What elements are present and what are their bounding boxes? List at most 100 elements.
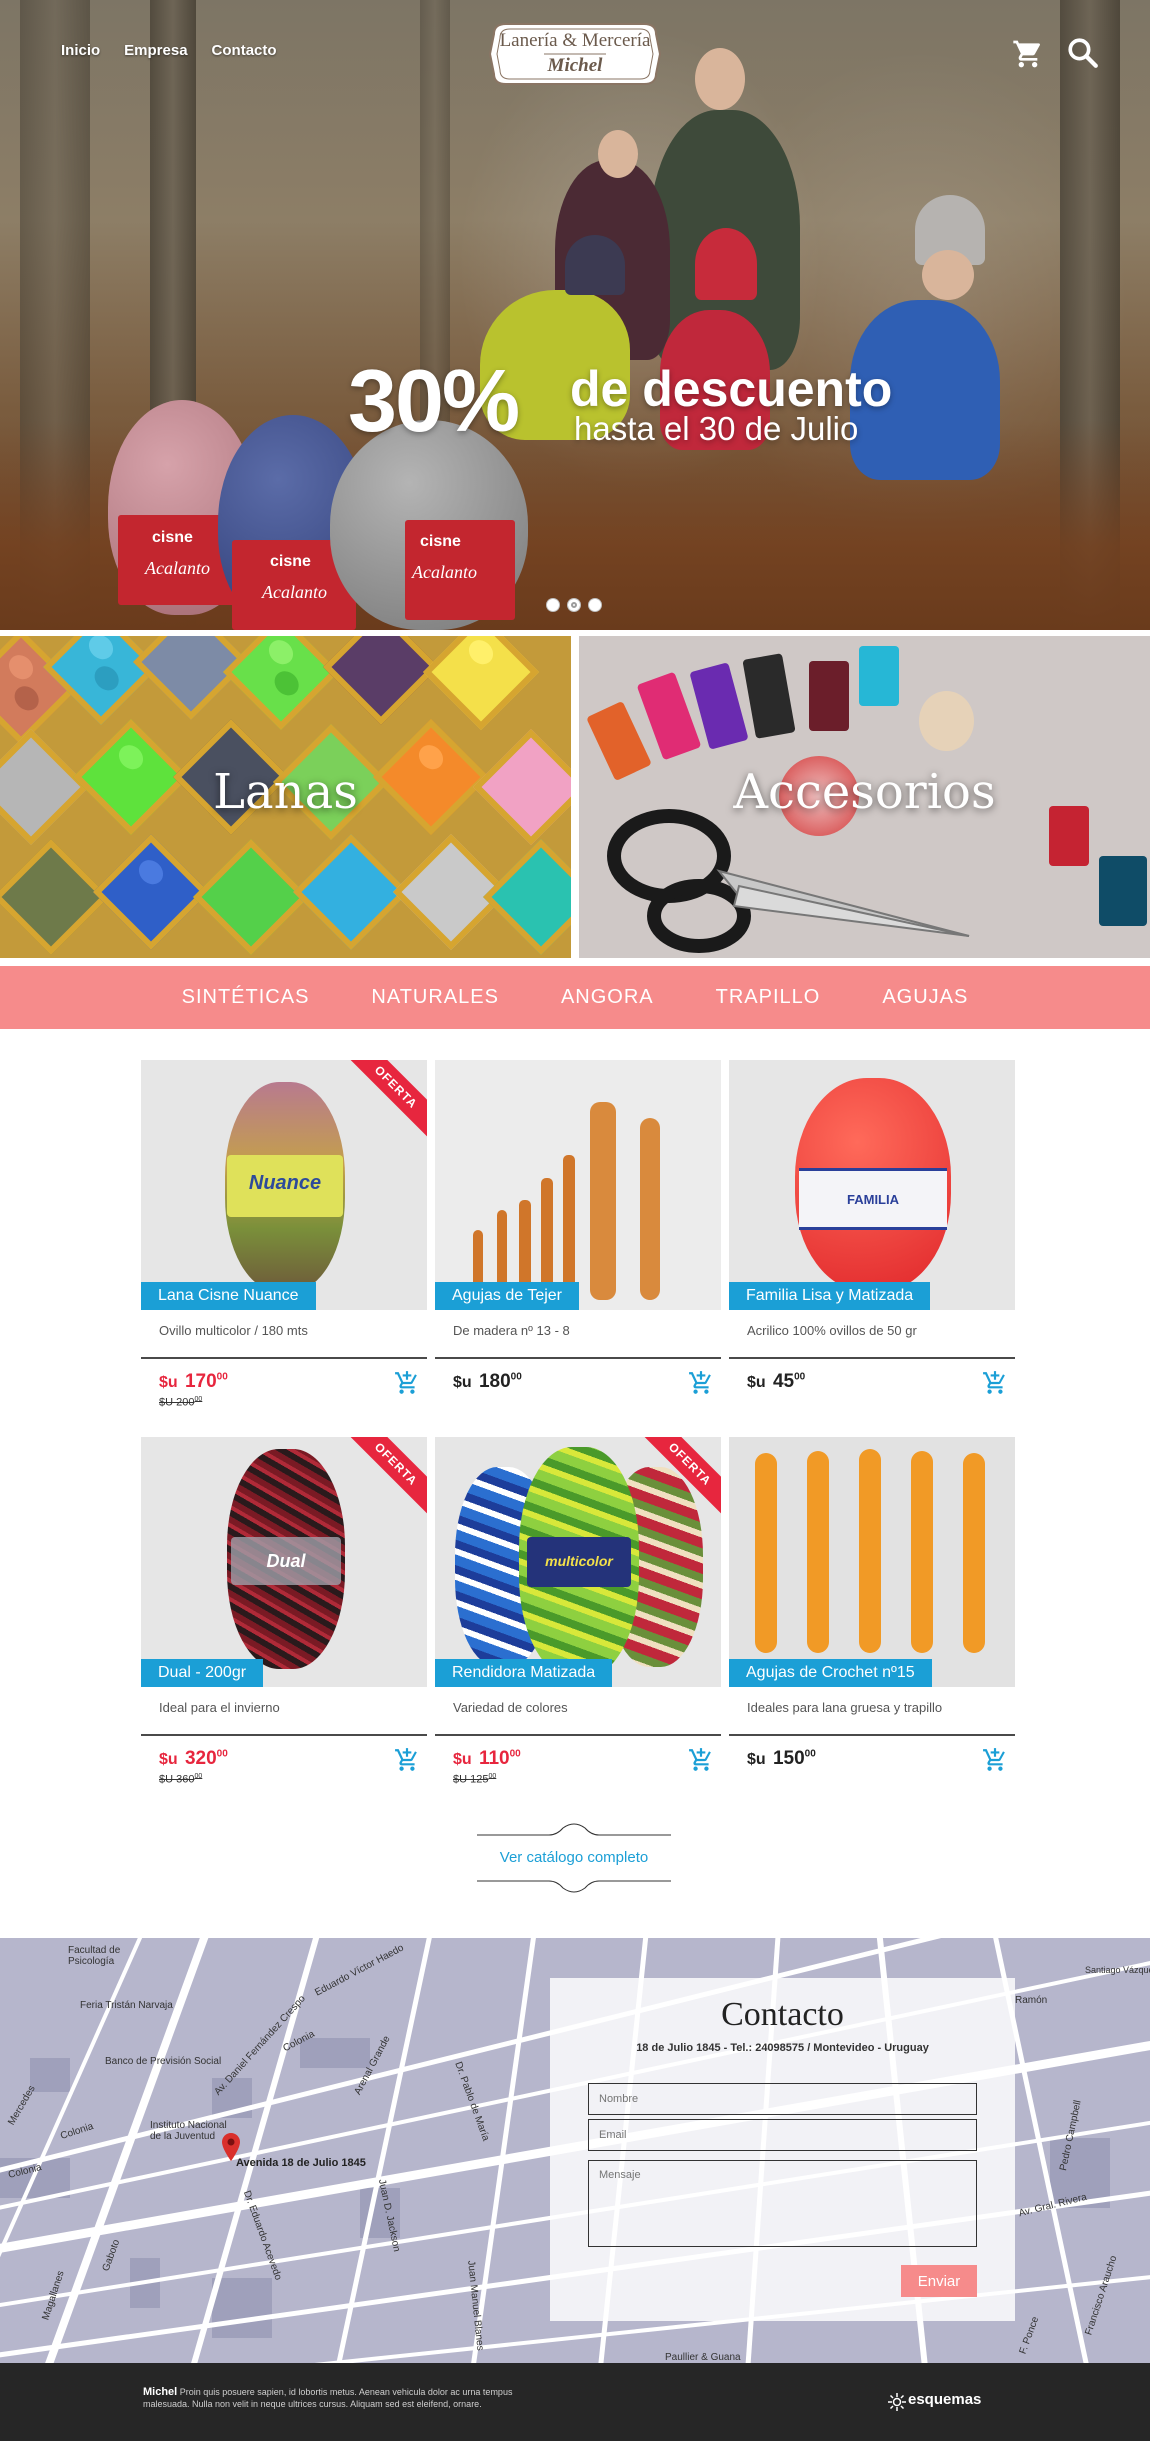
- crochet-hook: [963, 1453, 985, 1653]
- product-old-price: $U 12500: [453, 1773, 496, 1786]
- crochet-hook: [755, 1453, 777, 1653]
- product-image[interactable]: [729, 1437, 1015, 1687]
- yarn-cell: [483, 839, 571, 955]
- slider-dot-2[interactable]: [567, 598, 581, 612]
- search-icon[interactable]: [1066, 36, 1100, 70]
- product-name[interactable]: Agujas de Tejer: [435, 1282, 579, 1310]
- yarn-cell: [93, 834, 209, 950]
- product-price: $u 18000: [453, 1371, 522, 1393]
- price-cents: 00: [216, 1371, 228, 1383]
- price-value: 180: [478, 1371, 511, 1392]
- product-card: FAMILIA Familia Lisa y Matizada Acrilico…: [729, 1060, 1015, 1424]
- subcategory-bar: SINTÉTICAS NATURALES ANGORA TRAPILLO AGU…: [0, 966, 1150, 1029]
- subcategory-trapillo[interactable]: TRAPILLO: [716, 986, 821, 1009]
- product-description: Variedad de colores: [453, 1700, 568, 1715]
- product-image[interactable]: FAMILIA: [729, 1060, 1015, 1310]
- price-value: 170: [184, 1371, 217, 1392]
- old-price-value: $U 125: [453, 1773, 489, 1786]
- product-price: $u 17000: [159, 1371, 228, 1393]
- subcategory-sinteticas[interactable]: SINTÉTICAS: [182, 986, 310, 1009]
- product-image-label: multicolor: [545, 1553, 613, 1569]
- category-tile-lanas[interactable]: Lanas: [0, 636, 571, 958]
- subcategory-angora[interactable]: ANGORA: [561, 986, 654, 1009]
- product-image[interactable]: multicolor OFERTA: [435, 1437, 721, 1687]
- contact-address: 18 de Julio 1845 - Tel.: 24098575 / Mont…: [636, 2042, 929, 2054]
- yarn-cell: [293, 834, 409, 950]
- product-image[interactable]: [435, 1060, 721, 1310]
- add-to-cart-icon[interactable]: [981, 1747, 1009, 1773]
- knitting-needle: [640, 1118, 660, 1300]
- crochet-hook: [911, 1451, 933, 1653]
- map-block: [30, 2058, 70, 2092]
- product-name[interactable]: Rendidora Matizada: [435, 1659, 613, 1687]
- subcategory-naturales[interactable]: NATURALES: [371, 986, 499, 1009]
- product-divider: [141, 1734, 427, 1736]
- product-image[interactable]: Dual OFERTA: [141, 1437, 427, 1687]
- add-to-cart-icon[interactable]: [687, 1370, 715, 1396]
- hero-banner: cisne Acalanto cisne Acalanto cisne Acal…: [0, 0, 1150, 630]
- promo-subline: hasta el 30 de Julio: [574, 410, 859, 447]
- old-price-cents: 00: [194, 1773, 203, 1780]
- product-name[interactable]: Dual - 200gr: [141, 1659, 264, 1687]
- yarn-cell: [223, 636, 339, 730]
- site-footer: Michel Proin quis posuere sapien, id lob…: [0, 2363, 1150, 2441]
- view-catalog-link[interactable]: Ver catálogo completo: [477, 1849, 671, 1866]
- product-description: De madera nº 13 - 8: [453, 1323, 570, 1338]
- footer-brand-name: Michel: [143, 2386, 178, 2398]
- promo-percent: 30%: [348, 351, 520, 450]
- category-tile-accesorios[interactable]: Accesorios: [579, 636, 1150, 958]
- price-value: 150: [772, 1748, 805, 1769]
- knitting-needle: [590, 1102, 616, 1300]
- add-to-cart-icon[interactable]: [981, 1370, 1009, 1396]
- currency-symbol: $u: [159, 1374, 178, 1391]
- cart-icon[interactable]: [1012, 38, 1044, 70]
- product-name[interactable]: Familia Lisa y Matizada: [729, 1282, 931, 1310]
- map-label: Feria Tristán Narvaja: [80, 2000, 173, 2011]
- offer-ribbon: OFERTA: [340, 1060, 427, 1143]
- site-logo[interactable]: Lanería & Mercería Michel: [484, 20, 666, 88]
- thread-spool: [919, 691, 974, 751]
- promo-headline: de descuento: [570, 361, 893, 417]
- add-to-cart-icon[interactable]: [393, 1370, 421, 1396]
- old-price-cents: 00: [488, 1773, 497, 1780]
- product-divider: [435, 1734, 721, 1736]
- contact-email-input[interactable]: [588, 2119, 977, 2151]
- map-pin-label: Avenida 18 de Julio 1845: [236, 2157, 366, 2169]
- price-cents: 00: [509, 1748, 521, 1760]
- product-divider: [729, 1357, 1015, 1359]
- hero-yarn-name-text: Acalanto: [144, 558, 210, 578]
- product-card: Nuance OFERTA Lana Cisne Nuance Ovillo m…: [141, 1060, 427, 1424]
- crochet-hook: [859, 1449, 881, 1653]
- currency-symbol: $u: [453, 1751, 472, 1768]
- thread-spool: [742, 653, 796, 739]
- hero-yarn-brand-text: cisne: [152, 529, 193, 546]
- nav-inicio[interactable]: Inicio: [61, 42, 100, 59]
- currency-symbol: $u: [159, 1751, 178, 1768]
- product-name[interactable]: Lana Cisne Nuance: [141, 1282, 316, 1310]
- nav-contacto[interactable]: Contacto: [212, 42, 277, 59]
- map-label: Santiago Vázquez: [1085, 1965, 1150, 1975]
- main-nav: Inicio Empresa Contacto: [61, 42, 277, 59]
- product-card: Agujas de Tejer De madera nº 13 - 8 $u 1…: [435, 1060, 721, 1424]
- product-description: Ideal para el invierno: [159, 1700, 280, 1715]
- subcategory-agujas[interactable]: AGUJAS: [882, 986, 968, 1009]
- product-card: Agujas de Crochet nº15 Ideales para lana…: [729, 1437, 1015, 1801]
- product-image[interactable]: Nuance OFERTA: [141, 1060, 427, 1310]
- send-button[interactable]: Enviar: [901, 2265, 977, 2297]
- contact-name-input[interactable]: [588, 2083, 977, 2115]
- map-block: [300, 2038, 370, 2068]
- currency-symbol: $u: [747, 1374, 766, 1391]
- product-name[interactable]: Agujas de Crochet nº15: [729, 1659, 932, 1687]
- add-to-cart-icon[interactable]: [393, 1747, 421, 1773]
- currency-symbol: $u: [453, 1374, 472, 1391]
- slider-dot-1[interactable]: [546, 598, 560, 612]
- crochet-hook: [807, 1451, 829, 1653]
- nav-empresa[interactable]: Empresa: [124, 42, 187, 59]
- agency-logo[interactable]: esquemas: [908, 2391, 981, 2408]
- add-to-cart-icon[interactable]: [687, 1747, 715, 1773]
- hero-yarn-brand-text: cisne: [420, 533, 461, 550]
- slider-dot-3[interactable]: [588, 598, 602, 612]
- contact-message-textarea[interactable]: [588, 2160, 977, 2247]
- currency-symbol: $u: [747, 1751, 766, 1768]
- product-description: Acrilico 100% ovillos de 50 gr: [747, 1323, 917, 1338]
